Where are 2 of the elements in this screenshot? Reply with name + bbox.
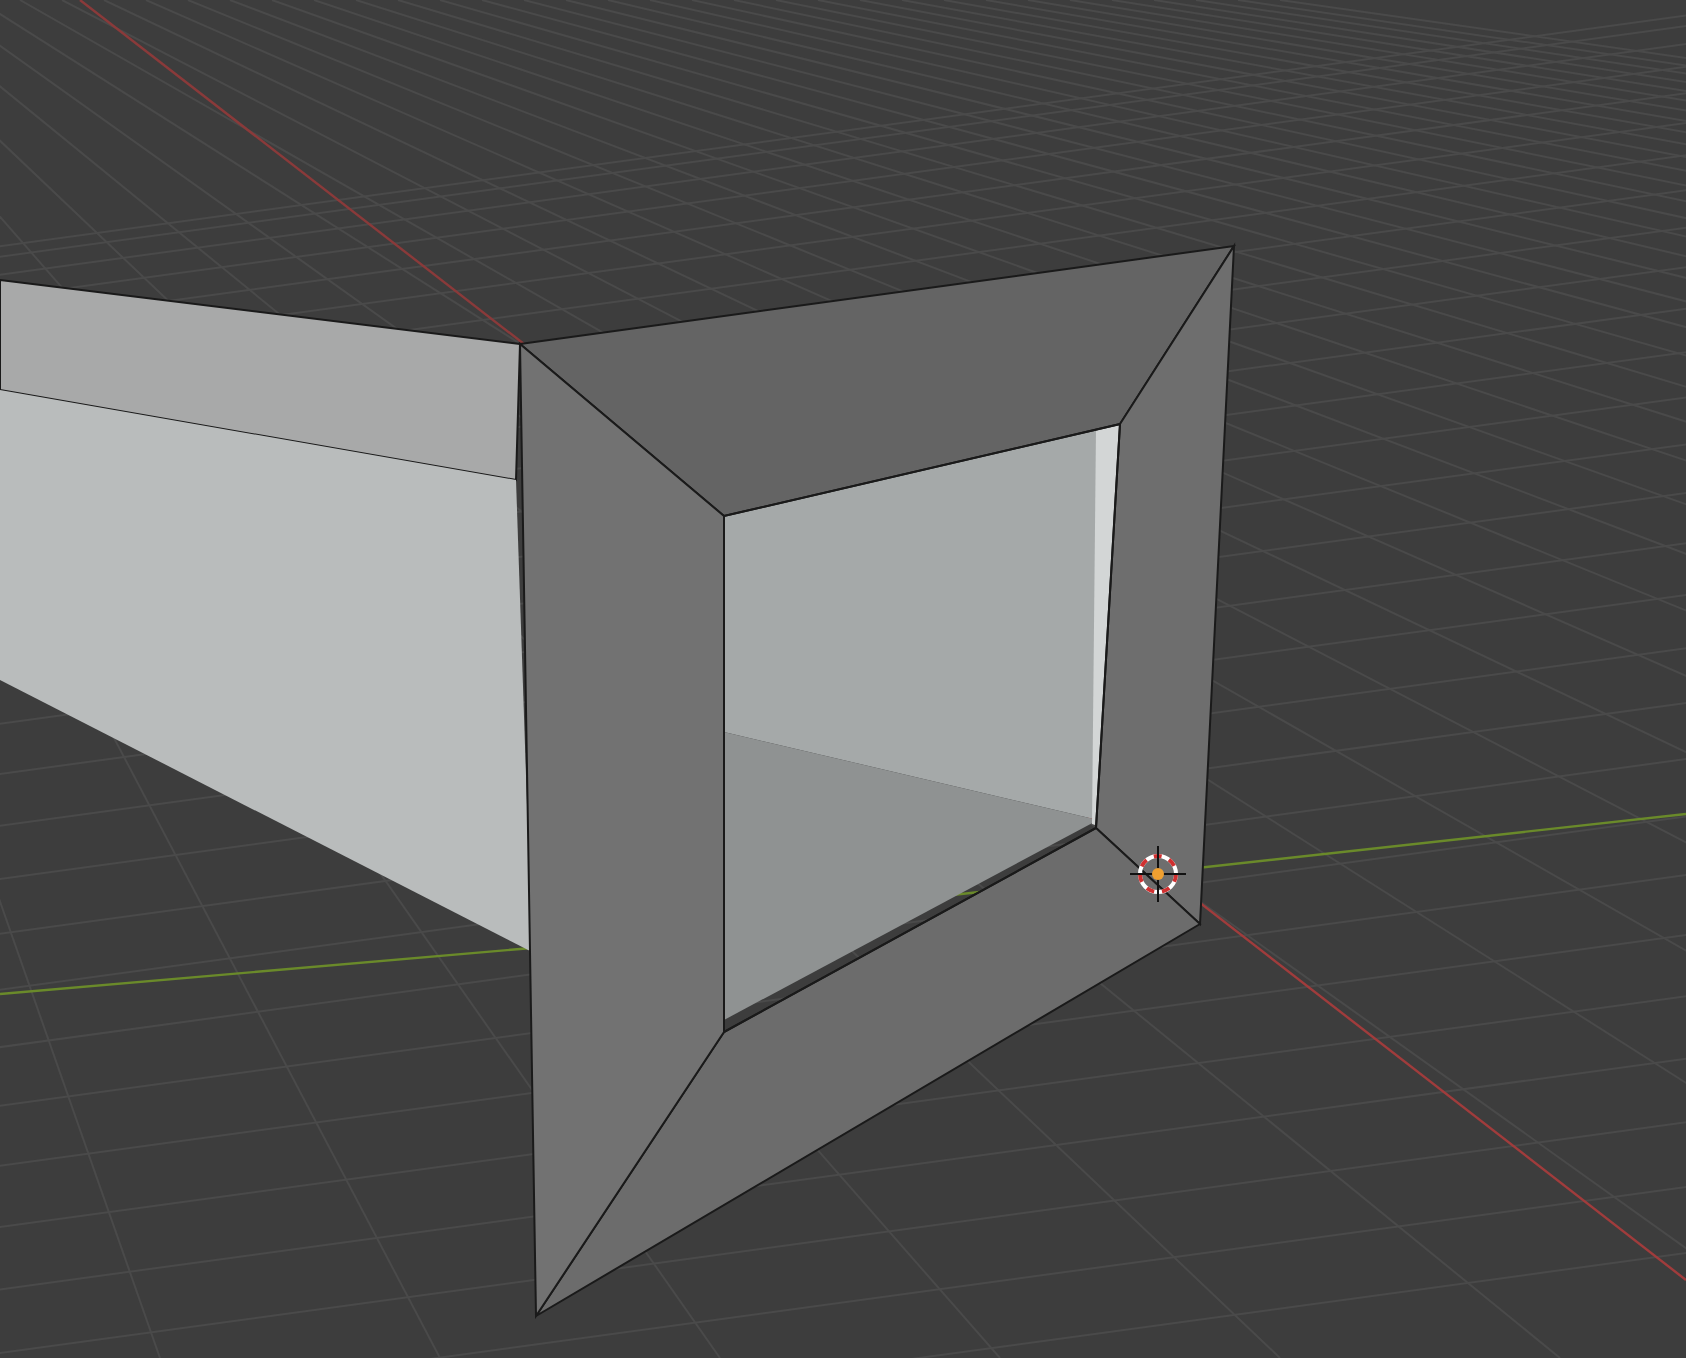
hollow-box-model-drawing[interactable] <box>0 242 1236 1320</box>
3d-cursor-icon[interactable] <box>1129 845 1187 903</box>
